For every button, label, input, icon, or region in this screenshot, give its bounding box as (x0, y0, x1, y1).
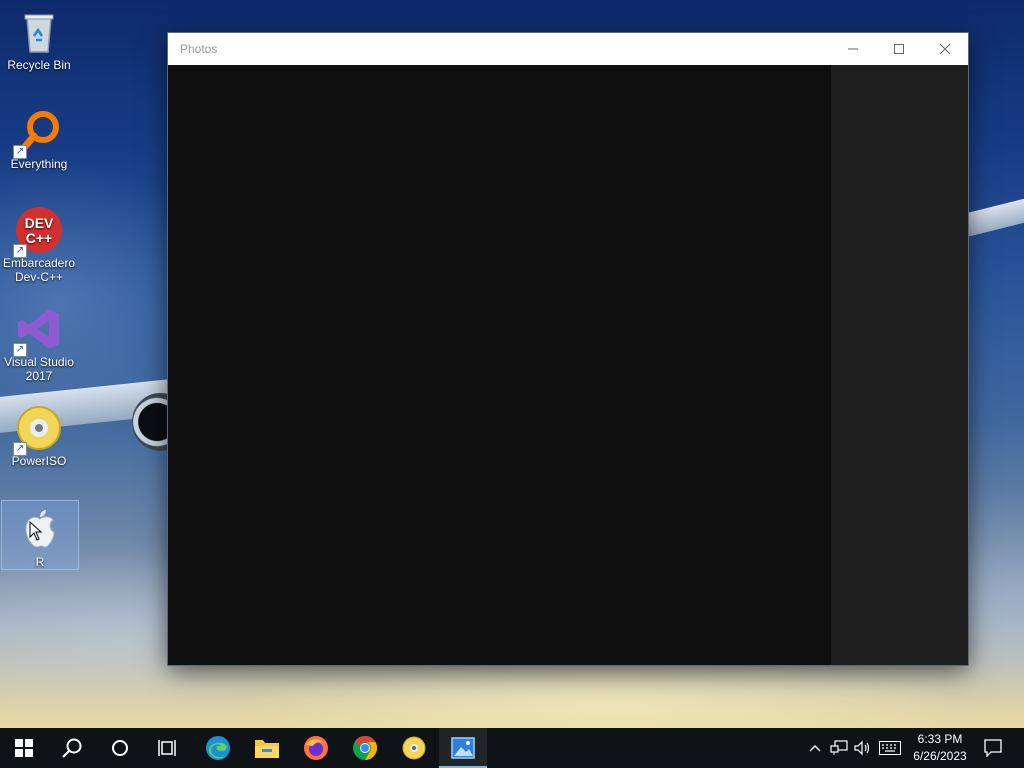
desktop-icon-devcpp[interactable]: DEV C++ ↗ Embarcadero Dev-C++ (1, 202, 77, 284)
maximize-button[interactable] (876, 33, 922, 65)
keyboard-icon (879, 741, 901, 755)
taskbar-edge[interactable] (194, 728, 242, 768)
desktop-icon-poweriso[interactable]: ↗ PowerISO (1, 400, 77, 468)
taskbar-chrome[interactable] (341, 728, 389, 768)
svg-text:DEV: DEV (25, 215, 54, 231)
photos-window[interactable]: Photos (168, 33, 968, 665)
desktop-icon-everything[interactable]: ↗ Everything (1, 103, 77, 171)
taskbar-clock[interactable]: 6:33 PM 6/26/2023 (906, 731, 974, 767)
cortana-button[interactable] (96, 728, 144, 768)
task-view-button[interactable] (144, 728, 192, 768)
taskbar-firefox[interactable] (292, 728, 340, 768)
clock-time: 6:33 PM (917, 732, 963, 746)
recycle-bin-icon (15, 8, 63, 56)
edge-icon (206, 736, 230, 760)
network-button[interactable] (828, 728, 850, 768)
shortcut-arrow-icon: ↗ (13, 343, 27, 357)
desktop-icon-label: Visual Studio 2017 (4, 355, 74, 383)
window-titlebar[interactable]: Photos (168, 33, 968, 66)
minimize-button[interactable] (830, 33, 876, 65)
desktop-icon-recycle-bin[interactable]: Recycle Bin (1, 4, 77, 72)
taskbar-poweriso[interactable] (390, 728, 438, 768)
poweriso-icon: ↗ (13, 404, 63, 456)
windows-start-icon (15, 739, 33, 757)
desktop-icon-visual-studio[interactable]: ↗ Visual Studio 2017 (1, 301, 77, 383)
chrome-icon (353, 736, 378, 760)
airplane-wing-right (968, 195, 1024, 237)
svg-text:C++: C++ (26, 230, 52, 246)
devcpp-icon: DEV C++ ↗ (13, 206, 63, 258)
photos-icon (451, 737, 475, 759)
task-view-icon (158, 740, 176, 756)
maximize-icon (894, 44, 904, 54)
desktop-icon-label: Recycle Bin (7, 58, 71, 72)
chevron-up-icon (809, 745, 821, 752)
cortana-icon (112, 740, 128, 756)
window-title: Photos (180, 42, 218, 56)
desktop-icon-label: PowerISO (11, 454, 67, 468)
shortcut-arrow-icon: ↗ (13, 244, 27, 258)
firefox-icon (304, 736, 328, 760)
everything-search-icon: ↗ (13, 107, 63, 159)
close-button[interactable] (922, 33, 968, 65)
search-icon (62, 738, 82, 758)
taskbar-photos[interactable] (439, 728, 487, 768)
folder-icon (255, 740, 279, 758)
touch-keyboard-button[interactable] (877, 728, 903, 768)
taskbar-file-explorer[interactable] (243, 728, 291, 768)
network-icon (830, 740, 848, 755)
desktop-icon-label: Everything (10, 157, 68, 171)
start-button[interactable] (0, 728, 48, 768)
taskbar: 6:33 PM 6/26/2023 (0, 728, 1024, 768)
photo-side-panel (831, 65, 968, 665)
shortcut-arrow-icon: ↗ (13, 145, 27, 159)
clock-date: 6/26/2023 (913, 749, 967, 763)
mouse-cursor-icon (29, 521, 43, 541)
photo-viewer-area[interactable] (168, 65, 831, 665)
minimize-icon (848, 48, 858, 50)
shortcut-arrow-icon: ↗ (13, 442, 27, 456)
search-button[interactable] (48, 728, 96, 768)
volume-button[interactable] (852, 728, 874, 768)
notification-icon (984, 739, 1002, 757)
desktop-icon-label: R (35, 555, 45, 569)
desktop-icon-label: Embarcadero Dev-C++ (2, 256, 76, 284)
action-center-button[interactable] (978, 728, 1008, 768)
close-icon (939, 43, 951, 55)
tray-overflow-button[interactable] (804, 728, 826, 768)
visual-studio-icon: ↗ (13, 305, 63, 357)
volume-icon (854, 740, 870, 756)
poweriso-icon (402, 736, 426, 760)
